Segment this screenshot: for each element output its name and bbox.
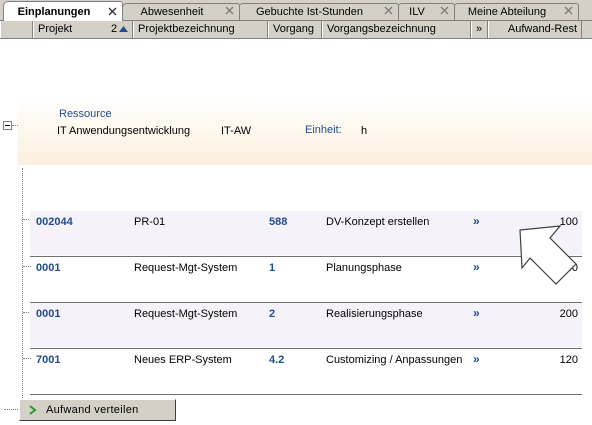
tab-label: Meine Abteilung: [467, 6, 547, 18]
close-tab-icon[interactable]: [383, 5, 394, 16]
row-divider: [30, 394, 582, 395]
tab-einplanungen[interactable]: Einplanungen: [3, 1, 123, 21]
projekt-link[interactable]: 002044: [36, 216, 73, 228]
close-tab-icon[interactable]: [224, 5, 235, 16]
unit-value: h: [361, 125, 368, 137]
header-vorgangsbezeichnung-label: Vorgangsbezeichnung: [327, 23, 436, 35]
tree-connector: [4, 409, 20, 410]
header-aufwand-rest-label: Aufwand-Rest: [507, 23, 577, 35]
tab-label: Einplanungen: [17, 6, 91, 18]
details-arrow-icon[interactable]: »: [473, 306, 480, 320]
unit-label: Einheit:: [305, 124, 342, 136]
table-row[interactable]: 0001 Request-Mgt-System 1 Planungsphase …: [30, 257, 582, 301]
tab-label: ILV: [409, 6, 425, 18]
aufwand-rest-value[interactable]: 120: [560, 354, 578, 366]
tab-abwesenheit[interactable]: Abwesenheit: [122, 3, 240, 20]
header-more-label: »: [476, 23, 483, 35]
details-arrow-icon[interactable]: »: [473, 214, 480, 228]
sort-index: 2: [111, 23, 118, 35]
projektbezeichnung: PR-01: [134, 216, 166, 228]
close-tab-icon[interactable]: [439, 5, 450, 16]
projektbezeichnung: Neues ERP-System: [134, 354, 232, 366]
vorgang-link[interactable]: 2: [269, 308, 275, 320]
big-pointer-arrow-icon: [519, 225, 577, 285]
resource-group: Ressource IT Anwendungsentwicklung IT-AW…: [18, 95, 592, 165]
tab-bar: Meine Abteilung ILV Gebuchte Ist-Stunden…: [0, 0, 592, 21]
header-spacer: [0, 21, 33, 38]
projekt-link[interactable]: 0001: [36, 308, 60, 320]
resource-code: IT-AW: [221, 125, 252, 137]
projektbezeichnung: Request-Mgt-System: [134, 262, 238, 274]
resource-name: IT Anwendungsentwicklung: [57, 125, 191, 137]
close-tab-icon[interactable]: [107, 6, 118, 17]
header-projekt-label: Projekt: [38, 23, 73, 35]
vorgangsbezeichnung: DV-Konzept erstellen: [326, 216, 430, 228]
tree-line: [22, 168, 23, 400]
tab-gebuchte-ist-stunden[interactable]: Gebuchte Ist-Stunden: [238, 3, 399, 20]
tab-label: Abwesenheit: [140, 6, 204, 18]
tab-meine-abteilung[interactable]: Meine Abteilung: [453, 3, 579, 20]
resource-heading: Ressource: [59, 108, 112, 120]
header-vorgang[interactable]: Vorgang: [268, 21, 322, 38]
vorgangsbezeichnung: Planungsphase: [326, 262, 402, 274]
vorgangsbezeichnung: Realisierungsphase: [326, 308, 423, 320]
projekt-link[interactable]: 0001: [36, 262, 60, 274]
table-row[interactable]: 002044 PR-01 588 DV-Konzept erstellen » …: [30, 211, 582, 255]
vorgangsbezeichnung: Customizing / Anpassungen: [326, 354, 463, 366]
header-vorgang-label: Vorgang: [273, 23, 314, 35]
distribute-effort-button[interactable]: Aufwand verteilen: [19, 399, 176, 421]
tree-collapse-icon[interactable]: [3, 121, 12, 130]
green-arrow-icon: [29, 405, 37, 415]
header-projektbezeichnung[interactable]: Projektbezeichnung: [133, 21, 268, 38]
vorgang-link[interactable]: 1: [269, 262, 275, 274]
header-vorgangsbezeichnung[interactable]: Vorgangsbezeichnung: [322, 21, 471, 38]
header-aufwand-rest[interactable]: Aufwand-Rest: [488, 21, 582, 38]
header-projektbezeichnung-label: Projektbezeichnung: [138, 23, 235, 35]
tab-label: Gebuchte Ist-Stunden: [255, 6, 363, 18]
details-arrow-icon[interactable]: »: [473, 352, 480, 366]
projekt-link[interactable]: 7001: [36, 354, 60, 366]
aufwand-rest-value[interactable]: 200: [560, 308, 578, 320]
sort-ascending-icon: [119, 26, 128, 32]
header-projekt[interactable]: Projekt 2: [33, 21, 133, 38]
details-arrow-icon[interactable]: »: [473, 260, 480, 274]
table-row[interactable]: 0001 Request-Mgt-System 2 Realisierungsp…: [30, 303, 582, 347]
table-row[interactable]: 7001 Neues ERP-System 4.2 Customizing / …: [30, 349, 582, 393]
vorgang-link[interactable]: 4.2: [269, 354, 284, 366]
close-tab-icon[interactable]: [563, 5, 574, 16]
column-header: Projekt 2 Projektbezeichnung Vorgang Vor…: [0, 21, 592, 39]
header-more[interactable]: »: [471, 21, 488, 38]
distribute-effort-label: Aufwand verteilen: [46, 404, 139, 416]
tab-ilv[interactable]: ILV: [397, 3, 455, 20]
projektbezeichnung: Request-Mgt-System: [134, 308, 238, 320]
vorgang-link[interactable]: 588: [269, 216, 287, 228]
